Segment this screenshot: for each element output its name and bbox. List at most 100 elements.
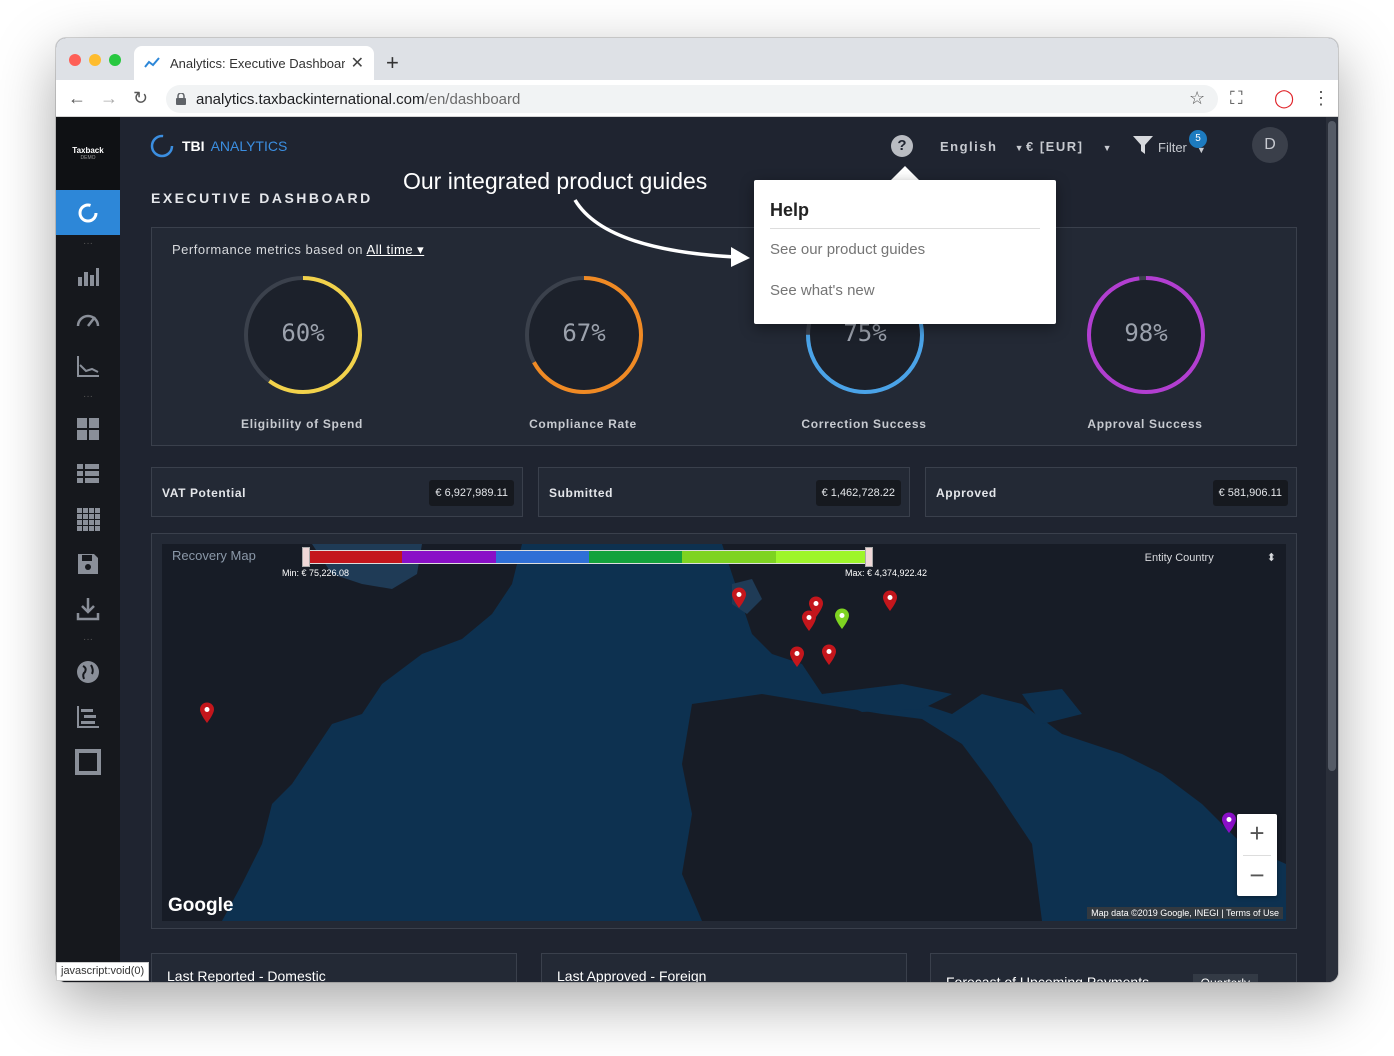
card-title: Last Reported - Domestic (167, 968, 326, 982)
map-marker-icon[interactable] (882, 590, 898, 612)
sidebar-item-globe[interactable] (56, 649, 120, 694)
browser-toolbar: ← → ↻ analytics.taxbackinternational.com… (56, 80, 1338, 117)
app-topbar: TBI ANALYTICS ? English ▼ € [EUR] ▼ Filt… (120, 117, 1326, 173)
avatar[interactable]: D (1252, 127, 1288, 163)
product-guides-link[interactable]: See our product guides (770, 241, 925, 258)
address-bar[interactable]: analytics.taxbackinternational.com/en/da… (166, 85, 1218, 113)
bar-chart-icon (78, 267, 99, 286)
metrics-label: Performance metrics based on All time ▾ (172, 242, 424, 258)
language-select[interactable]: English ▼ (940, 139, 1025, 154)
map-marker-icon[interactable] (731, 587, 747, 609)
period-select[interactable]: All time ▾ (366, 242, 424, 257)
sidebar-item-bar-chart[interactable] (56, 253, 120, 298)
new-tab-button[interactable]: + (386, 50, 399, 76)
hierarchy-icon (77, 705, 99, 728)
bookmark-star-icon[interactable]: ☆ (1189, 88, 1205, 109)
kpi-approved: Approved € 581,906.11 (925, 467, 1297, 517)
help-popover-arrow (891, 166, 919, 180)
terms-link[interactable]: Terms of Use (1226, 908, 1279, 918)
minimize-window-button[interactable] (89, 54, 101, 66)
map-marker-icon[interactable] (801, 610, 817, 632)
sidebar-item-table[interactable] (56, 451, 120, 496)
gauge-label: Correction Success (801, 417, 927, 431)
whats-new-link[interactable]: See what's new (770, 282, 875, 299)
scroll-thumb[interactable] (1328, 121, 1336, 771)
brand-sub: DEMO (80, 155, 96, 161)
help-icon[interactable]: ? (891, 135, 913, 157)
entity-select-value: Entity Country (1144, 552, 1214, 564)
map-land (162, 544, 1286, 921)
help-title: Help (770, 200, 810, 220)
opera-icon[interactable]: ◯ (1274, 88, 1294, 109)
separator-dots: ··· (83, 238, 93, 249)
close-window-button[interactable] (69, 54, 81, 66)
page-scrollbar[interactable] (1326, 117, 1338, 982)
sidebar-item-gauge[interactable] (56, 298, 120, 343)
grid-icon (77, 507, 100, 531)
table-icon (77, 463, 99, 483)
kpi-label: VAT Potential (162, 486, 247, 500)
sidebar-item-grid[interactable] (56, 496, 120, 541)
sidebar-item-save[interactable] (56, 541, 120, 586)
map-marker-icon[interactable] (821, 644, 837, 666)
globe-icon (77, 660, 99, 683)
kpi-label: Approved (936, 486, 997, 500)
gauge-value: 60% (281, 319, 325, 347)
annotation-arrow-icon (573, 199, 750, 267)
map-legend-bar (308, 550, 870, 564)
maximize-window-button[interactable] (109, 54, 121, 66)
page-title: EXECUTIVE DASHBOARD (151, 190, 373, 206)
menu-kebab-icon[interactable]: ⋮ (1312, 88, 1330, 109)
map-marker-icon[interactable] (1221, 812, 1237, 834)
download-icon (76, 597, 100, 620)
sidebar-item-tiles[interactable] (56, 406, 120, 451)
tbi-logo[interactable]: TBI ANALYTICS (150, 134, 287, 158)
logo-name: TBI (182, 138, 205, 154)
help-popover: Help See our product guides See what's n… (754, 180, 1056, 324)
legend-segment (402, 551, 496, 563)
google-logo: Google (168, 895, 234, 916)
currency-select[interactable]: € [EUR] ▼ (1026, 139, 1113, 154)
gauge-label: Compliance Rate (529, 417, 637, 431)
card-title: Last Approved - Foreign (557, 968, 707, 982)
gauge-2: 67% (523, 274, 645, 396)
language-value: English (940, 139, 998, 154)
sidebar-item-frame[interactable] (56, 739, 120, 784)
separator-dots: ··· (83, 634, 93, 645)
taxback-logo[interactable]: Taxback DEMO (56, 117, 120, 190)
sidebar-item-dashboard[interactable] (56, 190, 120, 235)
zoom-in-button[interactable]: + (1237, 814, 1277, 855)
forecast-period-select[interactable]: Quarterly (1192, 974, 1258, 982)
map-zoom-control: + − (1237, 814, 1277, 896)
sidebar-item-hierarchy[interactable] (56, 694, 120, 739)
browser-tab[interactable]: Analytics: Executive Dashboard ✕ (134, 46, 374, 80)
recovery-map[interactable]: Recovery Map Min: € 75,226.08 Max: € 4,3… (162, 544, 1286, 921)
card-forecast-payments: Forecast of Upcoming Payments Quarterly (930, 953, 1297, 982)
sidebar-item-line-chart[interactable] (56, 343, 120, 388)
reload-icon[interactable]: ↻ (133, 88, 148, 109)
entity-country-select[interactable]: Entity Country ⬍ (1145, 551, 1276, 564)
frame-icon (75, 748, 101, 775)
funnel-icon (1133, 136, 1153, 154)
map-marker-icon[interactable] (834, 608, 850, 630)
back-arrow-icon[interactable]: ← (68, 88, 86, 109)
sidebar-item-download[interactable] (56, 586, 120, 631)
metrics-label-text: Performance metrics based on (172, 242, 364, 257)
zoom-out-button[interactable]: − (1237, 856, 1277, 897)
kpi-value: € 581,906.11 (1212, 480, 1288, 506)
cast-icon[interactable]: ⛶ (1230, 88, 1243, 109)
gauge-4: 98% (1085, 274, 1207, 396)
analytics-favicon-icon (144, 57, 160, 68)
tab-bar: Analytics: Executive Dashboard ✕ + (56, 38, 1338, 80)
forward-arrow-icon[interactable]: → (100, 88, 118, 109)
filter-count-badge: 5 (1189, 130, 1207, 148)
legend-max-handle[interactable] (865, 547, 873, 567)
map-marker-icon[interactable] (789, 646, 805, 668)
tab-title: Analytics: Executive Dashboard (170, 55, 345, 71)
kpi-submitted: Submitted € 1,462,728.22 (538, 467, 910, 517)
map-marker-icon[interactable] (199, 702, 215, 724)
tab-close-icon[interactable]: ✕ (351, 53, 364, 73)
separator-dots: ··· (83, 391, 93, 402)
tbi-ring-icon (150, 134, 174, 158)
legend-min-handle[interactable] (302, 547, 310, 567)
